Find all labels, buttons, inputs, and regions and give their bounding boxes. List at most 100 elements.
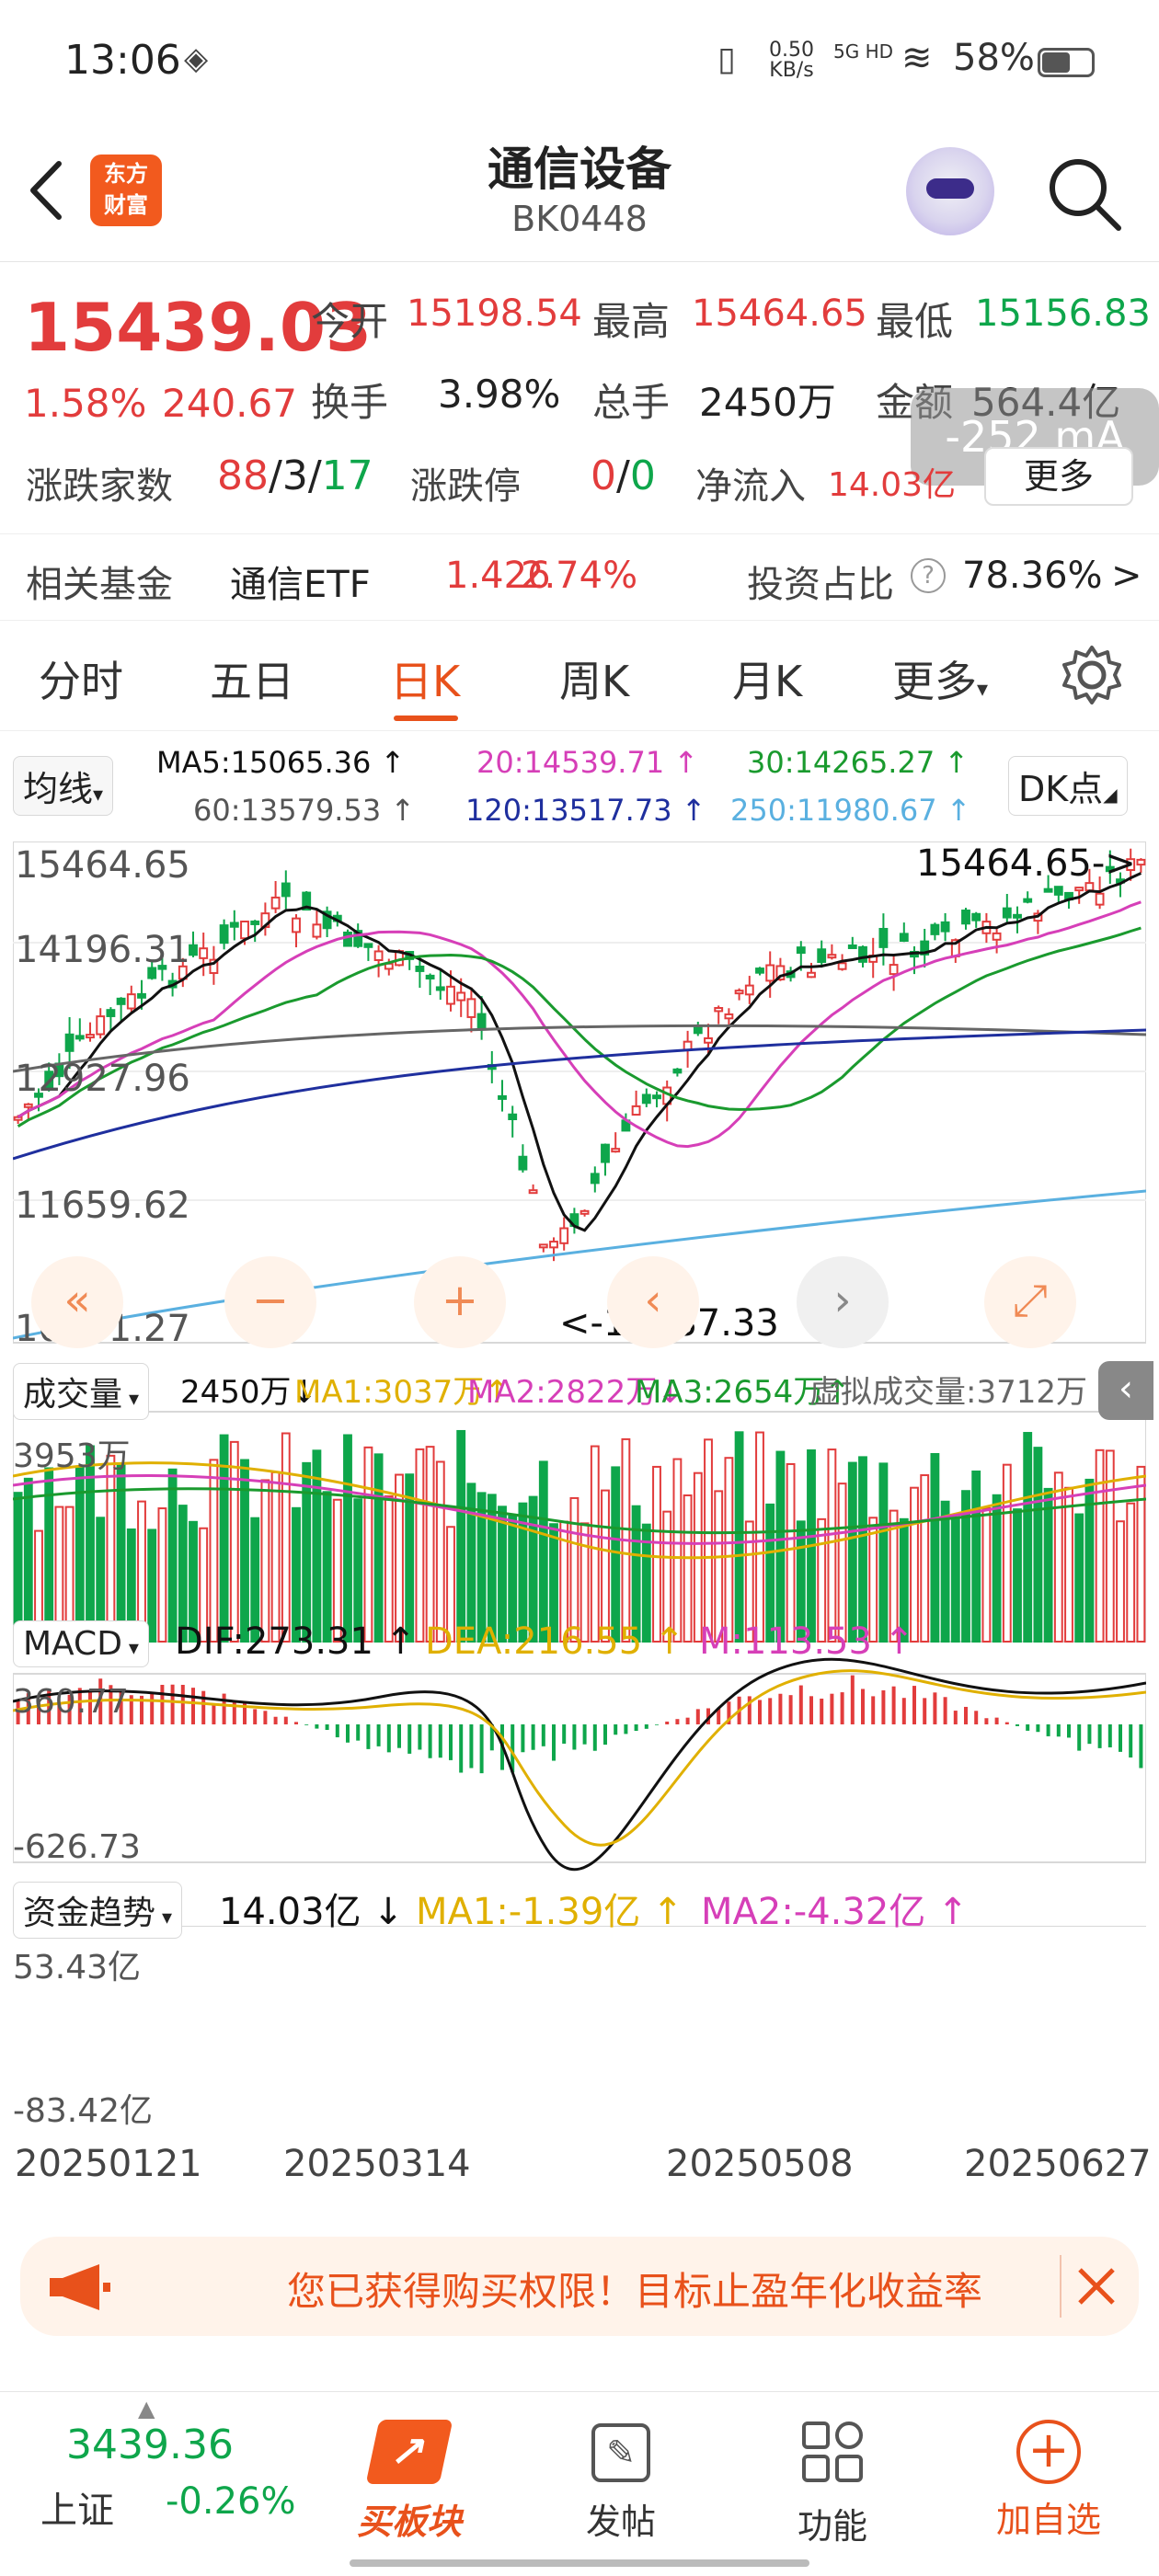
fund-axis-bottom: -83.42亿 [13, 2092, 154, 2130]
volume-bar [920, 1474, 930, 1643]
volume-bar [1095, 1448, 1105, 1643]
volume-bar [302, 1461, 312, 1643]
banner-text: 您已获得购买权限！目标止盈年化收益率 [287, 2269, 983, 2314]
candle-body [652, 1094, 661, 1100]
volume-bar [827, 1448, 837, 1643]
tab-five-day[interactable]: 五日 [210, 648, 294, 709]
volume-axis-top: 3953万 [13, 1437, 131, 1475]
volume-bar [652, 1465, 661, 1643]
nav-function[interactable]: 功能 [754, 2420, 911, 2548]
edit-icon: ✎ [591, 2423, 650, 2482]
ma-selector[interactable]: 均线▾ [13, 756, 114, 816]
price-axis-top: 15464.65 [15, 844, 190, 887]
volume-selector[interactable]: 成交量 ▾ [13, 1363, 150, 1420]
index-ticker[interactable]: ▲ 3439.36 上证 -0.26% [0, 2392, 296, 2576]
add-circle-icon: + [1016, 2420, 1081, 2484]
volume-bar [724, 1457, 734, 1643]
change-percent: 1.58% [24, 381, 147, 426]
dk-point-button[interactable]: DK点◢ [1008, 756, 1128, 816]
candle-body [930, 923, 940, 935]
fullscreen-icon[interactable]: ⤢ [984, 1256, 1076, 1348]
zoom-out-icon[interactable]: − [224, 1256, 316, 1348]
volume-bar [538, 1460, 548, 1643]
app-logo: 东方 财富 [90, 155, 162, 226]
more-button[interactable]: 更多 [984, 447, 1133, 506]
tab-intraday[interactable]: 分时 [39, 648, 123, 709]
status-bar: 13:06 ◈ ▯ 0.50 KB/s 5G HD ≋ 58% [0, 0, 1159, 120]
back-icon[interactable] [26, 158, 66, 223]
high-value: 15464.65 [692, 292, 867, 335]
change-amount: 240.67 [162, 381, 297, 426]
volume-bar [683, 1494, 693, 1643]
candle-body [281, 882, 291, 898]
candle-body [498, 1094, 507, 1100]
volume-bar [672, 1458, 683, 1643]
volume-bar [1002, 1463, 1012, 1643]
volume-bar [847, 1461, 857, 1643]
turnover-label: 换手 [311, 380, 389, 425]
volume-bar [435, 1460, 445, 1643]
related-fund-row[interactable]: 相关基金 通信ETF 1.426 2.74% 投资占比 ? 78.36% > [0, 533, 1159, 621]
collapse-panel-icon[interactable]: ‹ [1098, 1361, 1153, 1420]
volume-bar [611, 1466, 621, 1643]
volume-bar [240, 1459, 249, 1643]
candle-body [1043, 887, 1053, 893]
ma20-label: 20:14539.71 ↑ [476, 745, 699, 780]
candle-body [1074, 887, 1084, 892]
fund-trend-ma2: MA2:-4.32亿 ↑ [701, 1891, 969, 1933]
candle-body [96, 1015, 106, 1036]
price-axis-4: 11659.62 [15, 1185, 190, 1227]
candle-body [1023, 898, 1033, 903]
nav-buy-block[interactable]: ↗ 买板块 [331, 2420, 488, 2544]
candle-body [363, 943, 373, 948]
candle-body [343, 931, 352, 947]
kline-chart-area[interactable]: 均线▾ MA5:15065.36 ↑ 20:14539.71 ↑ 30:1426… [0, 736, 1159, 2189]
high-label: 最高 [592, 299, 671, 344]
volume-bar [157, 1507, 167, 1643]
search-icon[interactable] [1045, 155, 1124, 234]
tab-daily-k[interactable]: 日K [390, 648, 460, 709]
virtual-volume: 虚拟成交量:3712万 [809, 1374, 1087, 1411]
fund-trend-selector[interactable]: 资金趋势 ▾ [13, 1882, 183, 1939]
candle-body [476, 1013, 487, 1031]
candle-body [858, 945, 867, 963]
help-icon[interactable]: ? [911, 558, 946, 593]
signal-icon: 5G HD [833, 40, 894, 63]
candle-body [75, 1035, 85, 1040]
gear-icon[interactable] [1060, 643, 1124, 707]
inflow-value: 14.03亿 [828, 466, 957, 504]
volume-bar [704, 1438, 713, 1643]
tab-monthly-k[interactable]: 月K [732, 648, 802, 709]
macd-selector[interactable]: MACD ▾ [13, 1620, 149, 1667]
tab-weekly-k[interactable]: 周K [559, 648, 629, 709]
rewind-icon[interactable]: « [31, 1256, 123, 1348]
volume-bar [930, 1453, 940, 1643]
low-value: 15156.83 [975, 292, 1151, 335]
candle-body [240, 921, 249, 940]
prev-icon[interactable]: ‹ [607, 1256, 699, 1348]
next-icon[interactable]: › [797, 1256, 889, 1348]
caret-up-icon: ▲ [138, 2396, 155, 2421]
candle-body [1002, 907, 1012, 919]
candle-body [744, 984, 754, 996]
nav-post[interactable]: ✎ 发帖 [543, 2420, 699, 2544]
buy-block-icon: ↗ [365, 2420, 453, 2484]
fund-label: 相关基金 [26, 564, 173, 606]
limit-counts: 0/0 [591, 452, 656, 499]
candle-body [508, 1113, 518, 1121]
nav-add-watchlist[interactable]: + 加自选 [966, 2420, 1131, 2542]
open-label: 今开 [311, 299, 389, 344]
promo-banner[interactable]: 您已获得购买权限！目标止盈年化收益率 [20, 2237, 1139, 2336]
volume-bar [281, 1432, 291, 1643]
close-icon[interactable] [1074, 2264, 1119, 2308]
volume-bar [1116, 1520, 1125, 1643]
volume-bar [601, 1489, 610, 1643]
battery-percent: 58% [953, 37, 1035, 79]
candle-body [116, 997, 126, 1005]
zoom-in-icon[interactable]: + [414, 1256, 506, 1348]
date-label-2: 20250314 [283, 2143, 471, 2185]
robot-assistant-icon[interactable] [906, 147, 994, 235]
candle-body [137, 992, 146, 999]
candle-body [13, 1116, 23, 1121]
tab-more[interactable]: 更多▾ [892, 648, 988, 709]
